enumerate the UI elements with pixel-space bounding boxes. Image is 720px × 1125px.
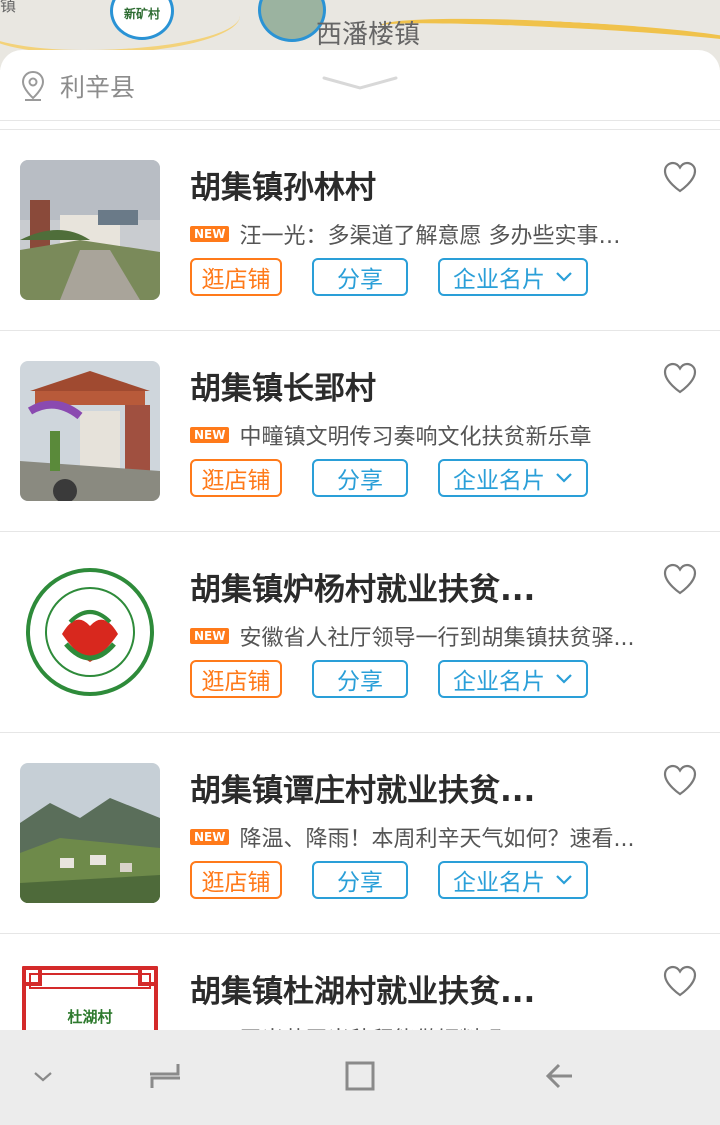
new-badge: NEW [190, 427, 230, 443]
village-list: 胡集镇孙林村 NEW 汪一光：多渠道了解意愿 多办些实事好事 逛店铺 分享 企业名… [0, 130, 720, 1030]
new-badge: NEW [190, 628, 230, 644]
list-item[interactable]: 杜湖村 胡集镇杜湖村就业扶贫... NEW玉米芯玉米秸秆能做饲料吗? [0, 934, 720, 1030]
chevron-down-icon [556, 875, 572, 885]
news-text: 玉米芯玉米秸秆能做饲料吗? [239, 1022, 515, 1030]
news-row[interactable]: NEW 安徽省人社厅领导一行到胡集镇扶贫驿... [190, 620, 640, 650]
list-item[interactable]: 胡集镇孙林村 NEW 汪一光：多渠道了解意愿 多办些实事好事 逛店铺 分享 企业名… [0, 130, 720, 331]
chevron-down-icon[interactable] [322, 74, 398, 94]
village-title[interactable]: 胡集镇孙林村 [190, 162, 376, 207]
home-square-icon[interactable] [344, 1060, 376, 1092]
list-item[interactable]: 胡集镇炉杨村就业扶贫... NEW 安徽省人社厅领导一行到胡集镇扶贫驿... 逛店… [0, 532, 720, 733]
share-button[interactable]: 分享 [312, 258, 408, 296]
new-badge: NEW [190, 226, 230, 242]
visit-shop-button[interactable]: 逛店铺 [190, 459, 282, 497]
business-card-label: 企业名片 [453, 468, 545, 494]
village-title[interactable]: 胡集镇杜湖村就业扶贫... [190, 966, 535, 1011]
share-button[interactable]: 分享 [312, 459, 408, 497]
heart-icon[interactable] [662, 160, 698, 194]
business-card-button[interactable]: 企业名片 [438, 459, 588, 497]
chevron-down-icon [556, 674, 572, 684]
heart-icon[interactable] [662, 361, 698, 395]
village-title[interactable]: 胡集镇长郢村 [190, 363, 376, 408]
heart-icon[interactable] [662, 562, 698, 596]
heart-icon[interactable] [662, 964, 698, 998]
thumbnail-text: 杜湖村 [67, 1008, 113, 1026]
news-text: 安徽省人社厅领导一行到胡集镇扶贫驿... [239, 626, 635, 650]
news-row[interactable]: NEW 中疃镇文明传习奏响文化扶贫新乐章 [190, 419, 640, 449]
business-card-button[interactable]: 企业名片 [438, 258, 588, 296]
chevron-down-icon [556, 473, 572, 483]
village-thumbnail[interactable] [20, 361, 160, 501]
chevron-down-icon [556, 272, 572, 282]
map-town-label: 西潘楼镇 [316, 20, 421, 50]
new-badge: NEW [190, 829, 230, 845]
news-text: 汪一光：多渠道了解意愿 多办些实事好事 [239, 224, 635, 248]
village-title[interactable]: 胡集镇谭庄村就业扶贫... [190, 765, 535, 810]
village-thumbnail[interactable] [20, 763, 160, 903]
system-navigation-bar [0, 1030, 720, 1125]
village-list-sheet: 利辛县 胡集镇孙林村 NEW 汪一光：多渠道了解意愿 多办些实事好事 逛店铺 分… [0, 50, 720, 1030]
map-pin-label: 新矿村 [123, 7, 160, 21]
map-corner-label: 镇 [0, 0, 17, 15]
news-row[interactable]: NEW 降温、降雨！本周利辛天气如何？速看... [190, 821, 640, 851]
recent-apps-icon[interactable] [148, 1060, 182, 1092]
share-button[interactable]: 分享 [312, 861, 408, 899]
visit-shop-button[interactable]: 逛店铺 [190, 861, 282, 899]
village-thumbnail[interactable] [20, 160, 160, 300]
business-card-label: 企业名片 [453, 669, 545, 695]
list-item[interactable]: 胡集镇长郢村 NEW 中疃镇文明传习奏响文化扶贫新乐章 逛店铺 分享 企业名片 [0, 331, 720, 532]
village-thumbnail[interactable] [20, 562, 160, 702]
chevron-down-icon[interactable] [32, 1070, 54, 1084]
village-title[interactable]: 胡集镇炉杨村就业扶贫... [190, 564, 535, 609]
news-row[interactable]: NEW 汪一光：多渠道了解意愿 多办些实事好事 [190, 218, 640, 248]
business-card-button[interactable]: 企业名片 [438, 660, 588, 698]
back-arrow-icon[interactable] [544, 1060, 576, 1092]
visit-shop-button[interactable]: 逛店铺 [190, 660, 282, 698]
village-thumbnail[interactable]: 杜湖村 [20, 964, 160, 1030]
location-label[interactable]: 利辛县 [60, 68, 135, 104]
list-item[interactable]: 胡集镇谭庄村就业扶贫... NEW 降温、降雨！本周利辛天气如何？速看... 逛店… [0, 733, 720, 934]
location-pin-icon [21, 70, 45, 101]
visit-shop-button[interactable]: 逛店铺 [190, 258, 282, 296]
news-row[interactable]: NEW玉米芯玉米秸秆能做饲料吗? [190, 1022, 640, 1030]
sheet-header: 利辛县 [0, 50, 720, 121]
business-card-label: 企业名片 [453, 870, 545, 896]
business-card-button[interactable]: 企业名片 [438, 861, 588, 899]
news-text: 降温、降雨！本周利辛天气如何？速看... [239, 827, 635, 851]
news-text: 中疃镇文明传习奏响文化扶贫新乐章 [239, 425, 592, 449]
share-button[interactable]: 分享 [312, 660, 408, 698]
heart-icon[interactable] [662, 763, 698, 797]
divider [0, 121, 720, 130]
business-card-label: 企业名片 [453, 267, 545, 293]
